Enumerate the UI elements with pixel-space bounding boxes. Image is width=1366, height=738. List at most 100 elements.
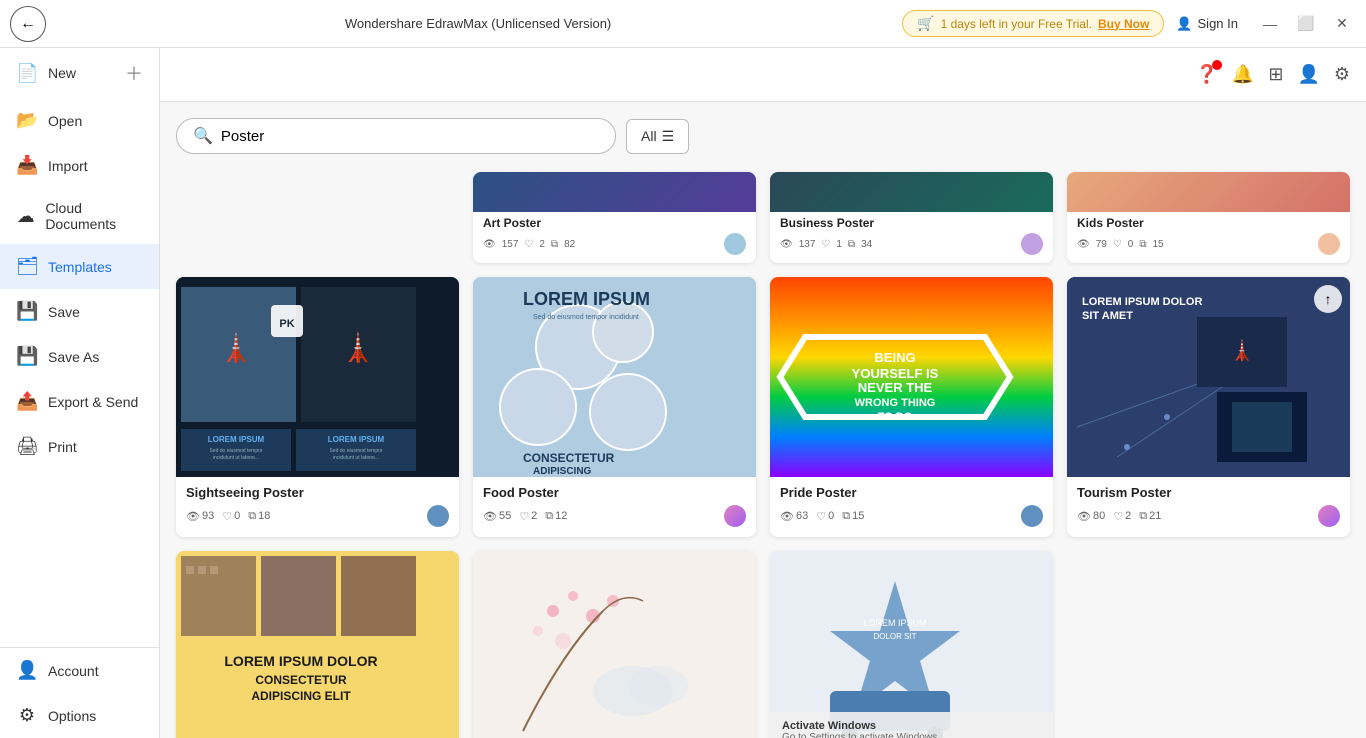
svg-text:🗼: 🗼: [219, 330, 254, 364]
sidebar-item-saveas[interactable]: 💾 Save As: [0, 334, 159, 379]
svg-text:incididunt ut labore...: incididunt ut labore...: [213, 455, 259, 461]
tourism-stats: 👁80 ♡2 ⧉21: [1077, 505, 1340, 527]
sidebar-item-templates[interactable]: 🗂 Templates: [0, 244, 159, 289]
template-card-sightseeing[interactable]: 🗼 🗼 PK LOREM IPSUM Sed do eiusmod tempor…: [176, 277, 459, 537]
sidebar-item-new[interactable]: 📄 New ＋: [0, 48, 159, 98]
svg-text:TO DO: TO DO: [878, 411, 913, 423]
svg-text:LOREM IPSUM DOLOR: LOREM IPSUM DOLOR: [224, 653, 377, 669]
pride-title: Pride Poster: [780, 485, 1043, 500]
saveas-icon: 💾: [16, 346, 38, 367]
svg-text:YOURSELF IS: YOURSELF IS: [852, 366, 939, 381]
tourism-views: 👁80: [1077, 510, 1105, 523]
profile-icon[interactable]: 👤: [1297, 64, 1319, 85]
tourism-copies: ⧉21: [1139, 510, 1161, 523]
settings-icon[interactable]: ⚙: [1334, 64, 1350, 85]
sidebar-label-import: Import: [48, 158, 88, 174]
help-badge: [1212, 60, 1222, 70]
open-icon: 📂: [16, 110, 38, 131]
header-toolbar: ❓ 🔔 ⊞ 👤 ⚙: [160, 48, 1366, 102]
notification-icon[interactable]: 🔔: [1232, 64, 1254, 85]
sidebar-item-save[interactable]: 💾 Save: [0, 289, 159, 334]
svg-text:ADIPISCING: ADIPISCING: [533, 466, 592, 477]
template-card-blue-star[interactable]: LOREM IPSUM DOLOR SIT Activate Windows G…: [770, 551, 1053, 738]
top-cards-row: Art Poster 👁157 ♡2 ⧉82 Business Poster 👁…: [176, 172, 1350, 263]
all-filter-button[interactable]: All ☰: [626, 119, 689, 154]
svg-text:LOREM IPSUM: LOREM IPSUM: [523, 289, 650, 309]
svg-text:Sed do eiusmod tempor: Sed do eiusmod tempor: [209, 448, 262, 454]
sidebar-item-print[interactable]: 🖨 Print: [0, 424, 159, 469]
sightseeing-thumb: 🗼 🗼 PK LOREM IPSUM Sed do eiusmod tempor…: [176, 277, 459, 477]
template-card-yellow[interactable]: LOREM IPSUM DOLOR CONSECTETUR ADIPISCING…: [176, 551, 459, 738]
export-icon: 📤: [16, 391, 38, 412]
svg-text:SIT AMET: SIT AMET: [1082, 310, 1133, 322]
minimize-button[interactable]: —: [1256, 10, 1284, 38]
main-content: 🔍 All ☰ Art Poster 👁157 ♡2 ⧉82: [160, 102, 1366, 738]
search-input[interactable]: [221, 128, 599, 145]
sidebar-item-account[interactable]: 👤 Account: [0, 648, 159, 693]
pride-info: Pride Poster 👁63 ♡0 ⧉15: [770, 477, 1053, 537]
svg-text:Sed do eiusmod tempor: Sed do eiusmod tempor: [329, 448, 382, 454]
tourism-thumb: 🗼 LOREM IPSUM DOLOR SIT AMET ↑: [1067, 277, 1350, 477]
tourism-info: Tourism Poster 👁80 ♡2 ⧉21: [1067, 477, 1350, 537]
pride-stats: 👁63 ♡0 ⧉15: [780, 505, 1043, 527]
food-likes: ♡2: [519, 510, 537, 523]
template-card-business-poster[interactable]: Business Poster 👁137 ♡1 ⧉34: [770, 172, 1053, 263]
maximize-button[interactable]: ⬜: [1292, 10, 1320, 38]
template-card-pride[interactable]: BEING YOURSELF IS NEVER THE WRONG THING …: [770, 277, 1053, 537]
heart-icon2: ♡: [821, 239, 830, 250]
sign-in-label: Sign In: [1198, 16, 1238, 31]
activate-windows-overlay: Activate Windows Go to Settings to activ…: [770, 712, 1053, 738]
template-card-food[interactable]: LOREM IPSUM Sed do eiusmod tempor incidi…: [473, 277, 756, 537]
svg-text:Sed do eiusmod tempor incididu: Sed do eiusmod tempor incididunt: [533, 314, 639, 321]
sidebar-label-export: Export & Send: [48, 394, 138, 410]
template-card-cherry[interactable]: [473, 551, 756, 738]
sidebar-item-options[interactable]: ⚙ Options: [0, 693, 159, 738]
card-avatar-business: [1021, 233, 1043, 255]
buy-now-link[interactable]: Buy Now: [1098, 17, 1149, 31]
new-icon: 📄: [16, 63, 38, 84]
svg-text:🗼: 🗼: [1230, 338, 1255, 362]
close-button[interactable]: ✕: [1328, 10, 1356, 38]
svg-text:WRONG THING: WRONG THING: [855, 397, 936, 409]
template-card-kids-poster[interactable]: Kids Poster 👁79 ♡0 ⧉15: [1067, 172, 1350, 263]
eye-icon: 👁: [483, 239, 496, 250]
sightseeing-avatar: [427, 505, 449, 527]
svg-text:NEVER THE: NEVER THE: [858, 380, 933, 395]
card-stats-business: 👁137 ♡1 ⧉34: [780, 233, 1043, 255]
template-card-art-poster[interactable]: Art Poster 👁157 ♡2 ⧉82: [473, 172, 756, 263]
import-icon: 📥: [16, 155, 38, 176]
options-icon: ⚙: [16, 705, 38, 726]
cloud-icon: ☁: [16, 206, 35, 227]
templates-icon: 🗂: [16, 256, 38, 277]
help-icon[interactable]: ❓: [1196, 64, 1218, 85]
svg-text:LOREM IPSUM: LOREM IPSUM: [328, 435, 385, 444]
sidebar-item-cloud[interactable]: ☁ Cloud Documents: [0, 188, 159, 244]
back-button[interactable]: ←: [10, 6, 46, 42]
scroll-to-top-button[interactable]: ↑: [1314, 285, 1342, 313]
person-icon: 👤: [1176, 16, 1192, 32]
pride-views: 👁63: [780, 510, 808, 523]
grid-icon[interactable]: ⊞: [1268, 64, 1283, 85]
print-icon: 🖨: [16, 436, 38, 457]
heart-icon: ♡: [524, 239, 533, 250]
activate-subtitle: Go to Settings to activate Windows.: [782, 732, 1041, 738]
sidebar-label-saveas: Save As: [48, 349, 99, 365]
cart-icon: 🛒: [917, 15, 934, 32]
sidebar-label-print: Print: [48, 439, 77, 455]
sidebar-item-open[interactable]: 📂 Open: [0, 98, 159, 143]
sidebar: 📄 New ＋ 📂 Open 📥 Import ☁ Cloud Document…: [0, 48, 160, 738]
sightseeing-views: 👁93: [186, 510, 214, 523]
sidebar-label-templates: Templates: [48, 259, 112, 275]
sightseeing-stats: 👁93 ♡0 ⧉18: [186, 505, 449, 527]
svg-text:CONSECTETUR: CONSECTETUR: [255, 673, 347, 687]
header-icons: ❓ 🔔 ⊞ 👤 ⚙: [1196, 64, 1351, 85]
sidebar-item-import[interactable]: 📥 Import: [0, 143, 159, 188]
sign-in-button[interactable]: 👤 Sign In: [1176, 16, 1238, 32]
svg-text:LOREM IPSUM DOLOR: LOREM IPSUM DOLOR: [1082, 296, 1202, 308]
template-card-tourism[interactable]: 🗼 LOREM IPSUM DOLOR SIT AMET ↑ Tourism P…: [1067, 277, 1350, 537]
pride-copies: ⧉15: [842, 510, 864, 523]
card-stats-art: 👁157 ♡2 ⧉82: [483, 233, 746, 255]
search-bar[interactable]: 🔍: [176, 118, 616, 154]
pride-thumb: BEING YOURSELF IS NEVER THE WRONG THING …: [770, 277, 1053, 477]
sidebar-item-export[interactable]: 📤 Export & Send: [0, 379, 159, 424]
